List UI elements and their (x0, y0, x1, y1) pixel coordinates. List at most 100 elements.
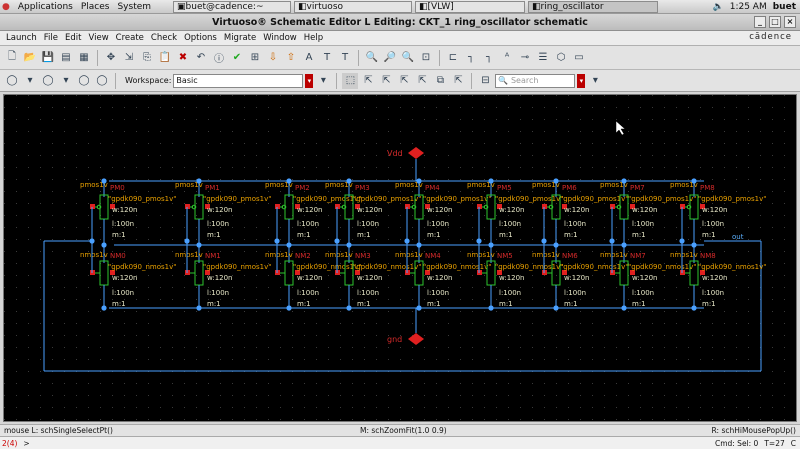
pmos-width-label: w:120n (632, 206, 658, 214)
select-mode-icon[interactable]: ◯ (4, 73, 20, 89)
select-instance-icon[interactable]: ⇱ (378, 73, 394, 89)
pin-icon[interactable]: ⊸ (517, 50, 533, 66)
paste-icon[interactable]: 📋 (157, 50, 173, 66)
workspace-menu-icon[interactable]: ▾ (315, 73, 331, 89)
taskbar-vlw[interactable]: ◧ [VLW] (415, 0, 526, 13)
junction-dot (346, 178, 352, 184)
undo-icon[interactable]: ↶ (193, 50, 209, 66)
dropdown-icon[interactable]: ▾ (58, 73, 74, 89)
properties-icon[interactable]: ⓘ (211, 50, 227, 66)
pmos-model-label: "gpdk090_pmos1v" (698, 195, 766, 203)
nmos-mult-label: m:1 (632, 300, 646, 308)
junction-dot (101, 305, 107, 311)
nmos-model-label: "gpdk090_nmos1v" (495, 263, 563, 271)
schematic-canvas[interactable]: pmos1v PM0 "gpdk090_pmos1v" w:120n l:100n m:1… (3, 94, 797, 422)
pmos-length-label: l:100n (297, 220, 319, 228)
zoom-area-icon[interactable]: ⊡ (418, 50, 434, 66)
zoom-out-icon[interactable]: 🔍 (400, 50, 416, 66)
check-icon[interactable]: ✔ (229, 50, 245, 66)
menu-window[interactable]: Window (263, 33, 297, 43)
minimize-button[interactable]: _ (754, 16, 766, 28)
terminal-icon: ▣ (177, 1, 186, 12)
search-menu-icon[interactable]: ▾ (587, 73, 603, 89)
select-wire-icon[interactable]: ⇱ (360, 73, 376, 89)
bus-icon[interactable]: ☰ (535, 50, 551, 66)
netlist-icon[interactable]: ▭ (571, 50, 587, 66)
volume-icon[interactable]: 🔈 (713, 2, 724, 12)
schematic-drawing[interactable]: pmos1v PM0"gpdk090_pmos1v"w:120nl:100nm:1… (4, 95, 796, 421)
junction-dot (621, 178, 627, 184)
pmos-length-label: l:100n (632, 220, 654, 228)
partial-select-icon[interactable]: ◯ (40, 73, 56, 89)
chevron-down-icon[interactable]: ▾ (305, 73, 314, 88)
dropdown-icon[interactable]: ▾ (22, 73, 38, 89)
menu-options[interactable]: Options (184, 33, 217, 43)
select-pin-icon[interactable]: ⇱ (396, 73, 412, 89)
maximize-button[interactable]: □ (769, 16, 781, 28)
nmos-instance-name: NM1 (205, 252, 221, 260)
menu-places[interactable]: Places (81, 2, 110, 12)
new-icon[interactable]: 🗋 (4, 50, 20, 66)
select-label-icon[interactable]: ⇱ (414, 73, 430, 89)
menu-migrate[interactable]: Migrate (224, 33, 256, 43)
delete-icon[interactable]: ✖ (175, 50, 191, 66)
stretch-icon[interactable]: ⇲ (121, 50, 137, 66)
print-icon[interactable]: ▦ (76, 50, 92, 66)
close-button[interactable]: × (784, 16, 796, 28)
menu-system[interactable]: System (117, 2, 151, 12)
menu-create[interactable]: Create (116, 33, 144, 43)
taskbar-terminal[interactable]: ▣ buet@cadence:~ (173, 0, 292, 13)
pmos-instance-name: PM5 (497, 184, 512, 192)
pmos-mult-label: m:1 (297, 231, 311, 239)
save-icon[interactable]: 💾 (40, 50, 56, 66)
taskbar-virtuoso[interactable]: ◧ virtuoso (294, 0, 413, 13)
save-all-icon[interactable]: ▤ (58, 50, 74, 66)
text-icon[interactable]: T (319, 50, 335, 66)
ascend-icon[interactable]: ⇧ (283, 50, 299, 66)
user-name[interactable]: buet (773, 2, 796, 12)
clock[interactable]: 1:25 AM (730, 2, 767, 12)
nmos-type-label: nmos1v (600, 251, 628, 259)
taskbar-ring-oscillator[interactable]: ◧ ring_oscillator (528, 0, 659, 13)
mouse-status-bar: mouse L: schSingleSelectPt() M: schZoomF… (0, 424, 800, 436)
label-icon[interactable]: A (301, 50, 317, 66)
symbol-icon[interactable]: ⬡ (553, 50, 569, 66)
junction-dot (196, 305, 202, 311)
nmos-width-label: w:120n (297, 274, 323, 282)
copy-icon[interactable]: ⎘ (139, 50, 155, 66)
find-icon[interactable]: ⇱ (450, 73, 466, 89)
search-input[interactable]: 🔍 Search (495, 73, 576, 88)
chevron-down-icon[interactable]: ▾ (577, 73, 586, 88)
note-icon[interactable]: T (337, 50, 353, 66)
menu-edit[interactable]: Edit (65, 33, 81, 43)
snap-icon[interactable]: ◯ (94, 73, 110, 89)
grid-icon[interactable]: ◯ (76, 73, 92, 89)
menu-check[interactable]: Check (151, 33, 177, 43)
menu-applications[interactable]: Applications (18, 2, 73, 12)
nmos-instance-name: NM3 (355, 252, 371, 260)
hierarchy-icon[interactable]: ⊞ (247, 50, 263, 66)
open-icon[interactable]: 📂 (22, 50, 38, 66)
nmos-model-label: "gpdk090_nmos1v" (423, 263, 491, 271)
zoom-in-icon[interactable]: 🔎 (382, 50, 398, 66)
zoom-fit-icon[interactable]: 🔍 (364, 50, 380, 66)
workspace-select[interactable]: Basic (173, 73, 304, 88)
workspace-toolbar: ◯ ▾ ◯ ▾ ◯ ◯ Workspace: Basic ▾ ▾ ⬚ ⇱ ⇱ ⇱… (0, 70, 800, 92)
menu-launch[interactable]: Launch (6, 33, 37, 43)
filter-icon[interactable]: ⧉ (432, 73, 448, 89)
select-all-icon[interactable]: ⬚ (342, 72, 359, 89)
wire-name-icon[interactable]: ᴬ (499, 50, 515, 66)
nmos-length-label: l:100n (632, 289, 654, 297)
menu-help[interactable]: Help (304, 33, 323, 43)
descend-icon[interactable]: ⇩ (265, 50, 281, 66)
wire-icon[interactable]: ┐ (463, 50, 479, 66)
move-icon[interactable]: ✥ (103, 50, 119, 66)
search-options-icon[interactable]: ⊟ (477, 73, 493, 89)
gnd-pin-label: gnd (387, 335, 402, 344)
menu-view[interactable]: View (88, 33, 108, 43)
menu-file[interactable]: File (44, 33, 58, 43)
command-prompt[interactable]: > (23, 439, 29, 448)
instance-icon[interactable]: ⊏ (445, 50, 461, 66)
wide-wire-icon[interactable]: ┐ (481, 50, 497, 66)
out-pin[interactable]: out (732, 233, 744, 241)
